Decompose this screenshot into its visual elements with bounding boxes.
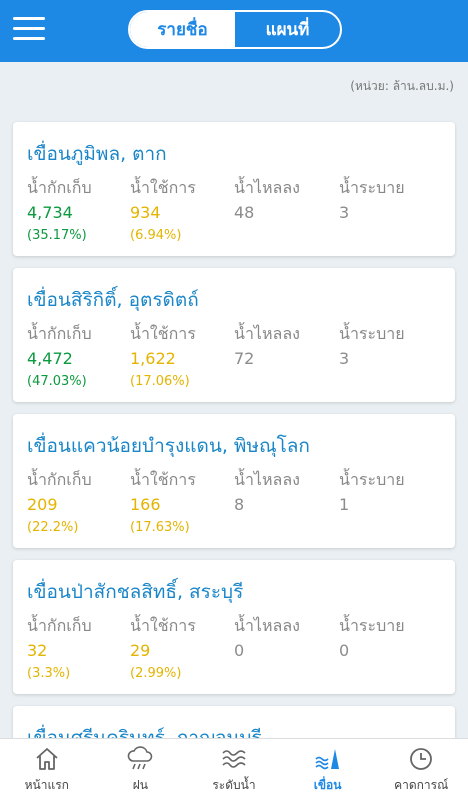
usable-label: น้ำใช้การ [130,178,196,197]
nav-rain[interactable]: ฝน [94,739,188,800]
outflow-label: น้ำระบาย [339,616,405,635]
dam-icon [315,749,339,770]
nav-forecast[interactable]: คาดการณ์ [374,739,468,800]
nav-forecast-label: คาดการณ์ [394,778,449,792]
usable-value: 166 [130,495,161,514]
outflow-value: 1 [339,495,350,514]
nav-rain-label: ฝน [132,778,148,792]
inflow-column: น้ำไหลลง 8 [234,468,334,516]
storage-percent: (3.3%) [27,666,71,681]
usable-column: น้ำใช้การ 1,622 (17.06%) [130,322,230,392]
tab-map[interactable]: แผนที่ [235,12,340,47]
storage-column: น้ำกักเก็บ 209 (22.2%) [27,468,127,538]
inflow-column: น้ำไหลลง 0 [234,614,334,662]
inflow-column: น้ำไหลลง 48 [234,176,334,224]
outflow-column: น้ำระบาย 0 [339,614,439,662]
storage-label: น้ำกักเก็บ [27,470,92,489]
inflow-label: น้ำไหลลง [234,616,300,635]
dam-card[interactable]: เขื่อนสิริกิติ์, อุตรดิตถ์ น้ำกักเก็บ 4,… [13,268,455,402]
usable-percent: (17.63%) [130,520,190,535]
usable-percent: (17.06%) [130,374,190,389]
usable-column: น้ำใช้การ 166 (17.63%) [130,468,230,538]
usable-column: น้ำใช้การ 29 (2.99%) [130,614,230,684]
storage-label: น้ำกักเก็บ [27,616,92,635]
view-toggle: รายชื่อ แผนที่ [128,10,342,49]
bottom-navigation: หน้าแรก ฝน ระดับน้ำ เขื่อน คาดการณ์ [0,738,468,800]
dam-list: เขื่อนภูมิพล, ตาก น้ำกักเก็บ 4,734 (35.1… [0,104,468,738]
usable-label: น้ำใช้การ [130,470,196,489]
dam-name: เขื่อนสิริกิติ์, อุตรดิตถ์ [27,289,199,311]
inflow-label: น้ำไหลลง [234,178,300,197]
nav-home-label: หน้าแรก [24,778,69,792]
outflow-column: น้ำระบาย 3 [339,322,439,370]
storage-value: 4,734 [27,203,73,222]
storage-value: 4,472 [27,349,73,368]
tab-list[interactable]: รายชื่อ [130,12,235,47]
outflow-value: 3 [339,203,350,222]
usable-percent: (2.99%) [130,666,182,681]
inflow-value: 48 [234,203,255,222]
inflow-value: 0 [234,641,245,660]
inflow-label: น้ำไหลลง [234,324,300,343]
outflow-label: น้ำระบาย [339,178,405,197]
unit-note: (หน่วย: ล้าน.ลบ.ม.) [350,79,454,93]
usable-label: น้ำใช้การ [130,324,196,343]
storage-label: น้ำกักเก็บ [27,324,92,343]
usable-value: 934 [130,203,161,222]
outflow-column: น้ำระบาย 3 [339,176,439,224]
dam-name: เขื่อนป่าสักชลสิทธิ์, สระบุรี [27,581,244,603]
storage-label: น้ำกักเก็บ [27,178,92,197]
outflow-value: 0 [339,641,350,660]
outflow-column: น้ำระบาย 1 [339,468,439,516]
storage-percent: (35.17%) [27,228,87,243]
storage-percent: (47.03%) [27,374,87,389]
nav-water-level[interactable]: ระดับน้ำ [187,739,281,800]
clock-icon [410,748,433,770]
usable-value: 29 [130,641,151,660]
water-level-icon [222,750,246,768]
home-icon [36,748,58,770]
dam-name: เขื่อนศรีนครินทร์, กาญจนบุรี [27,727,262,738]
nav-dam-label: เขื่อน [313,778,342,792]
usable-label: น้ำใช้การ [130,616,196,635]
dam-card[interactable]: เขื่อนป่าสักชลสิทธิ์, สระบุรี น้ำกักเก็บ… [13,560,455,694]
outflow-value: 3 [339,349,350,368]
outflow-label: น้ำระบาย [339,324,405,343]
usable-value: 1,622 [130,349,176,368]
storage-percent: (22.2%) [27,520,79,535]
usable-percent: (6.94%) [130,228,182,243]
dam-card[interactable]: เขื่อนศรีนครินทร์, กาญจนบุรี [13,706,455,738]
inflow-label: น้ำไหลลง [234,470,300,489]
inflow-value: 72 [234,349,255,368]
dam-name: เขื่อนภูมิพล, ตาก [27,143,167,165]
nav-dam[interactable]: เขื่อน [281,739,375,800]
dam-card[interactable]: เขื่อนภูมิพล, ตาก น้ำกักเก็บ 4,734 (35.1… [13,122,455,256]
dam-name: เขื่อนแควน้อยบำรุงแดน, พิษณุโลก [27,435,310,457]
rain-cloud-icon [128,746,153,770]
dam-card[interactable]: เขื่อนแควน้อยบำรุงแดน, พิษณุโลก น้ำกักเก… [13,414,455,548]
storage-value: 209 [27,495,58,514]
usable-column: น้ำใช้การ 934 (6.94%) [130,176,230,246]
nav-water-level-label: ระดับน้ำ [212,778,256,792]
inflow-value: 8 [234,495,245,514]
top-app-bar: รายชื่อ แผนที่ [0,0,468,62]
outflow-label: น้ำระบาย [339,470,405,489]
nav-home[interactable]: หน้าแรก [0,739,94,800]
storage-column: น้ำกักเก็บ 32 (3.3%) [27,614,127,684]
storage-column: น้ำกักเก็บ 4,734 (35.17%) [27,176,127,246]
storage-value: 32 [27,641,48,660]
storage-column: น้ำกักเก็บ 4,472 (47.03%) [27,322,127,392]
menu-icon[interactable] [13,17,45,43]
inflow-column: น้ำไหลลง 72 [234,322,334,370]
